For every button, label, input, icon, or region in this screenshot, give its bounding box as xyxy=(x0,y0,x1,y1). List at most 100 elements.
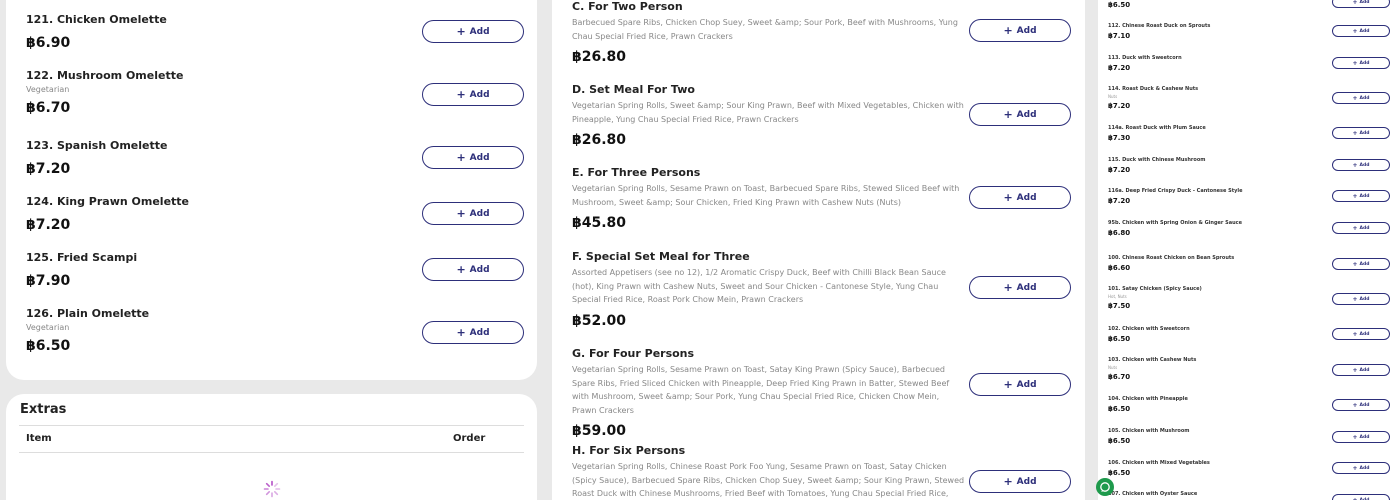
add-button[interactable]: + Add xyxy=(1332,494,1390,500)
item-description: Vegetarian Spring Rolls, Sesame Prawn on… xyxy=(572,365,950,415)
add-button-label: Add xyxy=(1016,192,1037,203)
item-price: ฿6.70 xyxy=(1108,373,1131,381)
add-button[interactable]: + Add xyxy=(1332,462,1390,474)
loading-spinner-icon xyxy=(263,480,281,498)
chat-icon[interactable] xyxy=(1096,478,1114,496)
add-button[interactable]: + Add xyxy=(422,258,524,281)
add-button-label: Add xyxy=(1359,465,1370,471)
add-button[interactable]: + Add xyxy=(1332,222,1390,234)
add-button[interactable]: + Add xyxy=(422,321,524,344)
omelette-menu-panel: 121. Chicken Omelette ฿6.90 + Add 122. Mu… xyxy=(6,0,537,380)
item-description: Vegetarian Spring Rolls, Sweet &amp; Sou… xyxy=(572,101,964,124)
add-button[interactable]: + Add xyxy=(969,186,1071,209)
duck-chicken-menu-panel: ฿6.50 + Add 112. Chinese Roast Duck on Sp… xyxy=(1098,0,1400,500)
menu-item: 100. Chinese Roast Chicken on Bean Sprou… xyxy=(1108,255,1234,272)
menu-item: D. Set Meal For Two Vegetarian Spring Ro… xyxy=(572,83,966,148)
item-name: 126. Plain Omelette xyxy=(26,307,150,320)
add-button[interactable]: + Add xyxy=(422,83,524,106)
menu-item: H. For Six Persons Vegetarian Spring Rol… xyxy=(572,444,966,500)
add-button-label: Add xyxy=(469,208,490,219)
add-button[interactable]: + Add xyxy=(1332,127,1390,139)
item-price: ฿7.20 xyxy=(26,217,71,233)
add-button[interactable]: + Add xyxy=(1332,25,1390,37)
menu-item: 124. King Prawn Omelette ฿7.20 xyxy=(26,195,189,233)
add-button-label: Add xyxy=(1016,25,1037,36)
menu-item: 116a. Deep Fried Crispy Duck - Cantonese… xyxy=(1108,188,1243,205)
plus-icon: + xyxy=(1003,191,1013,204)
add-button[interactable]: + Add xyxy=(969,373,1071,396)
item-price: ฿6.80 xyxy=(1108,229,1131,237)
plus-icon: + xyxy=(1352,464,1358,472)
item-price: ฿59.00 xyxy=(572,423,627,439)
plus-icon: + xyxy=(1352,192,1358,200)
plus-icon: + xyxy=(1352,59,1358,67)
add-button[interactable]: + Add xyxy=(1332,328,1390,340)
add-button-label: Add xyxy=(1359,434,1370,440)
add-button[interactable]: + Add xyxy=(969,470,1071,493)
add-button-label: Add xyxy=(469,152,490,163)
add-button-label: Add xyxy=(1016,476,1037,487)
item-name: 107. Chicken with Oyster Sauce xyxy=(1108,491,1198,497)
add-button-label: Add xyxy=(469,327,490,338)
extras-panel: Extras Item Order xyxy=(6,394,537,500)
add-button[interactable]: + Add xyxy=(969,103,1071,126)
item-price: ฿7.90 xyxy=(26,273,71,289)
menu-item: ฿6.50 xyxy=(1108,1,1130,9)
item-name: 102. Chicken with Sweetcorn xyxy=(1108,326,1190,332)
plus-icon: + xyxy=(1352,366,1358,374)
add-button[interactable]: + Add xyxy=(1332,190,1390,202)
column-header-item: Item xyxy=(26,433,52,444)
menu-item: 105. Chicken with Mushroom ฿6.50 xyxy=(1108,428,1190,445)
add-button[interactable]: + Add xyxy=(422,20,524,43)
add-button-label: Add xyxy=(1016,379,1037,390)
item-price: ฿6.60 xyxy=(1108,264,1131,272)
item-name: C. For Two Person xyxy=(572,0,683,13)
add-button[interactable]: + Add xyxy=(1332,57,1390,69)
add-button-label: Add xyxy=(1359,225,1370,231)
add-button[interactable]: + Add xyxy=(1332,399,1390,411)
menu-item: G. For Four Persons Vegetarian Spring Ro… xyxy=(572,347,966,439)
set-meals-panel: C. For Two Person Barbecued Spare Ribs, … xyxy=(552,0,1085,500)
add-button[interactable]: + Add xyxy=(422,202,524,225)
item-name: 124. King Prawn Omelette xyxy=(26,195,190,208)
add-button-label: Add xyxy=(1359,95,1370,101)
item-name: 114. Roast Duck & Cashew Nuts xyxy=(1108,86,1199,92)
item-note: Nuts xyxy=(1108,94,1118,99)
chat-bubble-icon xyxy=(1100,482,1110,492)
item-price: ฿6.50 xyxy=(1108,437,1131,445)
plus-icon: + xyxy=(1003,281,1013,294)
menu-item: 103. Chicken with Cashew Nuts Nuts ฿6.70 xyxy=(1108,357,1196,381)
menu-item: 114. Roast Duck & Cashew Nuts Nuts ฿7.20 xyxy=(1108,86,1198,110)
add-button-label: Add xyxy=(1359,331,1370,337)
plus-icon: + xyxy=(1352,433,1358,441)
add-button[interactable]: + Add xyxy=(1332,293,1390,305)
add-button[interactable]: + Add xyxy=(1332,92,1390,104)
plus-icon: + xyxy=(1352,0,1358,6)
add-button[interactable]: + Add xyxy=(1332,431,1390,443)
item-price: ฿6.70 xyxy=(26,100,71,116)
add-button[interactable]: + Add xyxy=(1332,159,1390,171)
plus-icon: + xyxy=(1352,161,1358,169)
add-button-label: Add xyxy=(1359,402,1370,408)
menu-item: 125. Fried Scampi ฿7.90 xyxy=(26,251,137,289)
add-button-label: Add xyxy=(1359,193,1370,199)
add-button-label: Add xyxy=(1359,296,1370,302)
add-button[interactable]: + Add xyxy=(969,19,1071,42)
plus-icon: + xyxy=(1352,94,1358,102)
add-button[interactable]: + Add xyxy=(422,146,524,169)
plus-icon: + xyxy=(456,151,466,164)
item-name: 116a. Deep Fried Crispy Duck - Cantonese… xyxy=(1108,188,1243,194)
item-name: 95b. Chicken with Spring Onion & Ginger … xyxy=(1108,220,1243,226)
item-description: Vegetarian Spring Rolls, Chinese Roast P… xyxy=(572,462,965,498)
item-name: 113. Duck with Sweetcorn xyxy=(1108,55,1182,61)
add-button[interactable]: + Add xyxy=(1332,258,1390,270)
item-description: Assorted Appetisers (see no 12), 1/2 Aro… xyxy=(572,268,946,304)
add-button[interactable]: + Add xyxy=(1332,0,1390,8)
plus-icon: + xyxy=(1352,129,1358,137)
add-button[interactable]: + Add xyxy=(1332,364,1390,376)
item-name: G. For Four Persons xyxy=(572,347,695,360)
add-button[interactable]: + Add xyxy=(969,276,1071,299)
add-button-label: Add xyxy=(1359,60,1370,66)
menu-item: 126. Plain Omelette Vegetarian ฿6.50 xyxy=(26,307,149,354)
plus-icon: + xyxy=(1003,24,1013,37)
